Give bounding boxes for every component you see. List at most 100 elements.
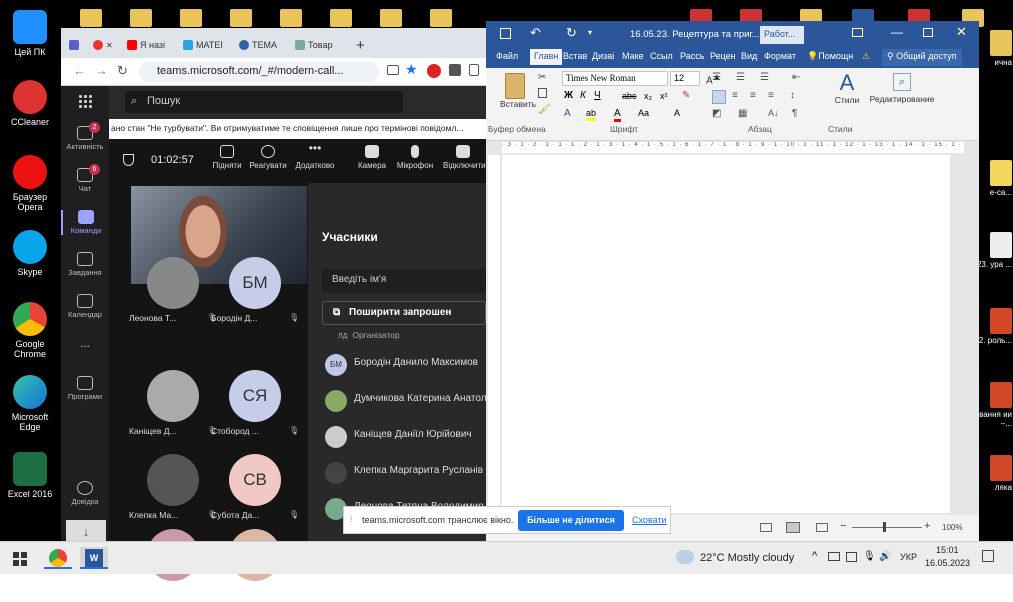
participant-row[interactable]: Клепка Маргарита Русланів [308,457,486,487]
styles-button[interactable]: A Стили [830,71,864,106]
tray-expand-icon[interactable]: ^ [812,550,817,562]
subscript-icon[interactable]: x₂ [644,91,652,101]
extensions-icon[interactable] [449,64,461,76]
rail-help[interactable]: Довідка [61,481,109,506]
stop-sharing-button[interactable]: Більше не ділитися [518,510,624,531]
tab-design[interactable]: Дизаі [592,51,614,61]
shrink-font-icon[interactable]: A [674,108,680,118]
mic-button[interactable]: Мікрофон [395,145,435,170]
zoom-slider[interactable] [852,527,922,528]
folder-icon[interactable] [280,9,302,27]
forward-icon[interactable]: → [95,63,108,78]
reload-icon[interactable]: ↻ [117,63,128,79]
leave-button[interactable]: Відключити [443,145,486,170]
react-button[interactable]: Реагувати [248,145,288,170]
more-actions-button[interactable]: ••• Додатково [295,142,335,170]
tab-insert[interactable]: Встав [563,51,587,61]
folder-icon[interactable] [180,9,202,27]
notifications-icon[interactable] [982,550,994,562]
desktop-icon-skype[interactable]: Skype [1,230,59,277]
change-case-icon[interactable]: Aa [638,108,649,118]
decrease-indent-icon[interactable]: ⇤ [792,72,800,83]
document-page[interactable] [502,155,950,513]
align-left-icon[interactable] [712,90,726,104]
align-right-icon[interactable]: ≡ [750,90,756,101]
tab-recording[interactable]: ✕ [93,34,121,56]
undo-icon[interactable]: ↶ [530,25,541,41]
language-indicator[interactable]: УКР [900,552,917,562]
underline-icon[interactable]: Ч [594,90,601,101]
save-icon[interactable] [500,28,511,39]
desktop-icon-this-pc[interactable]: Цей ПК [1,10,59,57]
participant-tile[interactable]: Каніщев Д... 🎙 [129,368,219,443]
folder-icon[interactable] [80,9,102,27]
clock-date[interactable]: 16.05.2023 [925,558,970,568]
highlight-icon[interactable]: ab [586,108,597,121]
tab-file[interactable]: Файл [496,51,518,61]
print-layout-icon[interactable] [786,522,800,533]
participant-tile[interactable]: Леонова Т... 🎙 [129,255,219,330]
mic-tray-icon[interactable]: 🎙 [863,551,876,562]
pilcrow-icon[interactable]: ¶ [792,108,797,119]
participant-tile[interactable]: Клепка Ма... 🎙 [129,452,219,527]
tab-youtube[interactable]: Я назі [127,34,181,56]
font-name-select[interactable]: Times New Roman [562,71,668,86]
rail-assignments[interactable]: Завдання [61,252,109,277]
format-painter-icon[interactable]: 🖌 [538,104,551,115]
participant-row[interactable]: БМ Бородін Данило Максимов [308,349,486,379]
participant-tile[interactable]: БМ Бородін Д... 🎙 [211,255,301,330]
numbering-icon[interactable]: ☰ [736,72,745,83]
camera-tray-icon[interactable] [846,552,857,562]
weather-text[interactable]: 22°C Mostly cloudy [700,552,794,564]
camera-button[interactable]: Камера [352,145,392,170]
font-size-select[interactable]: 12 [670,71,700,86]
zoom-in-icon[interactable]: + [924,520,930,532]
read-mode-icon[interactable] [760,523,772,532]
tab-view[interactable]: Вид [741,51,757,61]
desktop-icon-edge[interactable]: Microsoft Edge [1,375,59,432]
share-invite-button[interactable]: ⧉ Поширити запрошен [322,301,486,325]
minimize-icon[interactable]: — [891,25,903,39]
close-icon[interactable]: ✕ [956,24,967,40]
pin-icon[interactable] [469,64,479,76]
borders-icon[interactable]: ▦ [738,108,747,119]
font-color-icon[interactable]: A [614,108,621,122]
zoom-slider-thumb[interactable] [883,522,886,532]
desktop-icon-excel[interactable]: Excel 2016 [1,452,59,499]
text-effects-icon[interactable]: A [564,108,571,119]
raise-hand-button[interactable]: Підняти [207,145,247,170]
bold-icon[interactable]: Ж [564,90,573,101]
rail-activity[interactable]: Активність 2 [61,122,109,151]
taskbar-chrome[interactable] [44,547,72,569]
new-tab-button[interactable]: + [356,34,365,56]
tab-layout[interactable]: Маке [622,51,644,61]
web-layout-icon[interactable] [816,523,828,532]
volume-icon[interactable]: 🔊 [879,551,891,562]
tab-teams[interactable] [69,34,91,56]
multilevel-list-icon[interactable]: ☰ [760,72,769,83]
participant-tile[interactable]: СВ Субота Да... 🎙 [211,452,301,527]
strikethrough-icon[interactable]: abc [622,91,637,101]
desktop-icon-ccleaner[interactable]: CCleaner [1,80,59,127]
invite-name-input[interactable]: Введіть ім'я [322,269,486,293]
tab-mailings[interactable]: Рассь [680,51,704,61]
sort-icon[interactable]: A↓ [768,108,779,118]
search-input[interactable]: ⌕ Пошук [125,91,403,113]
url-field[interactable]: teams.microsoft.com/_#/modern-call... [139,62,379,82]
participant-row[interactable]: Каніщев Даніїл Юрійович [308,421,486,451]
desktop-icon-opera[interactable]: Браузер Opera [1,155,59,212]
back-icon[interactable]: ← [73,63,86,78]
share-button[interactable]: ⚲ Общий доступ [882,49,962,66]
folder-icon[interactable] [130,9,152,27]
line-spacing-icon[interactable]: ↕ [790,90,795,101]
cut-icon[interactable]: ✂ [538,72,546,83]
rail-chat[interactable]: Чат 6 [61,164,109,193]
app-launcher-icon[interactable] [78,94,92,108]
desktop-icon-chrome[interactable]: Google Chrome [1,302,59,359]
tab-tovar[interactable]: Товар [295,34,349,56]
redo-icon[interactable]: ↻ [566,25,577,41]
copy-icon[interactable] [538,88,547,98]
participant-tile[interactable]: СЯ Стобород ... 🎙 [211,368,301,443]
zoom-out-icon[interactable]: − [840,520,846,532]
start-button[interactable] [10,547,32,569]
